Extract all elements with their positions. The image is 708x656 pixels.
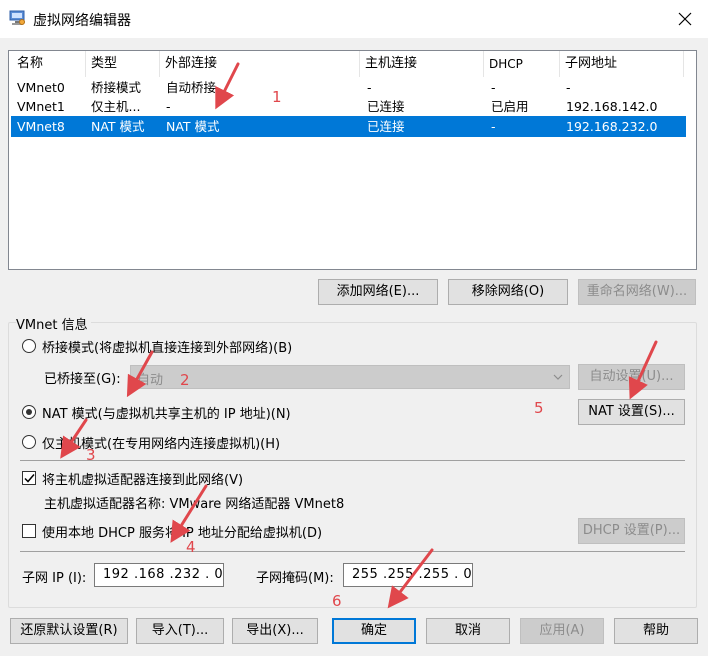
annotation-number: 2 <box>180 371 190 389</box>
column-host[interactable]: 主机连接 <box>359 54 483 74</box>
subnet-mask-input[interactable]: 255 .255 .255 . 0 <box>343 563 473 587</box>
cell-dhcp: 已启用 <box>491 99 529 114</box>
cell-external: - <box>166 99 171 114</box>
cancel-button[interactable]: 取消 <box>426 618 510 644</box>
column-external[interactable]: 外部连接 <box>159 54 359 74</box>
cell-subnet: 192.168.232.0 <box>566 119 658 134</box>
connect-adapter-label[interactable]: 将主机虚拟适配器连接到此网络(V) <box>42 469 243 488</box>
column-dhcp[interactable]: DHCP <box>483 54 559 74</box>
divider <box>20 460 685 461</box>
window-title: 虚拟网络编辑器 <box>33 13 131 29</box>
cell-external: 自动桥接 <box>166 80 217 95</box>
cell-subnet: 192.168.142.0 <box>566 99 658 114</box>
auto-settings-button[interactable]: 自动设置(U)... <box>578 364 685 390</box>
use-dhcp-checkbox[interactable] <box>22 524 36 538</box>
annotation-number: 6 <box>332 592 342 610</box>
cell-dhcp: - <box>491 80 496 95</box>
annotation-number: 1 <box>272 88 282 106</box>
bridge-mode-label[interactable]: 桥接模式(将虚拟机直接连接到外部网络)(B) <box>42 337 292 356</box>
nat-mode-label[interactable]: NAT 模式(与虚拟机共享主机的 IP 地址)(N) <box>42 403 291 422</box>
cell-type: 桥接模式 <box>91 80 142 95</box>
cell-type: NAT 模式 <box>91 119 145 134</box>
add-network-button[interactable]: 添加网络(E)... <box>318 279 438 305</box>
help-button[interactable]: 帮助 <box>614 618 698 644</box>
table-row-selected[interactable]: VMnet8 NAT 模式 NAT 模式 已连接 - 192.168.232.0 <box>11 116 686 137</box>
remove-network-button[interactable]: 移除网络(O) <box>448 279 568 305</box>
chevron-down-icon <box>553 374 563 380</box>
dhcp-settings-button[interactable]: DHCP 设置(P)... <box>578 518 685 544</box>
cell-external: NAT 模式 <box>166 119 220 134</box>
cell-subnet: - <box>566 80 571 95</box>
export-button[interactable]: 导出(X)... <box>232 618 318 644</box>
nat-mode-radio[interactable] <box>22 405 36 419</box>
cell-name: VMnet1 <box>17 99 65 114</box>
subnet-mask-label: 子网掩码(M): <box>256 571 334 586</box>
bridged-to-value: 自动 <box>137 373 164 388</box>
close-button[interactable] <box>662 0 708 38</box>
host-only-radio[interactable] <box>22 435 36 449</box>
column-subnet[interactable]: 子网地址 <box>559 54 683 74</box>
title-bar: 虚拟网络编辑器 <box>0 0 708 38</box>
column-name[interactable]: 名称 <box>11 54 81 74</box>
nat-settings-button[interactable]: NAT 设置(S)... <box>578 399 685 425</box>
apply-button[interactable]: 应用(A) <box>520 618 604 644</box>
cell-host: 已连接 <box>367 99 405 114</box>
network-editor-icon <box>9 10 25 26</box>
host-only-label[interactable]: 仅主机模式(在专用网络内连接虚拟机)(H) <box>42 433 280 452</box>
cell-type: 仅主机... <box>91 99 141 114</box>
cell-name: VMnet8 <box>17 119 65 134</box>
network-list[interactable]: 名称 类型 外部连接 主机连接 DHCP 子网地址 VMnet0 桥接模式 自动… <box>8 50 697 270</box>
cell-name: VMnet0 <box>17 80 65 95</box>
bridged-to-select[interactable]: 自动 <box>130 365 570 389</box>
subnet-mask-value: 255 .255 .255 . 0 <box>352 567 473 582</box>
annotation-number: 5 <box>534 399 544 417</box>
ok-button[interactable]: 确定 <box>332 618 416 644</box>
bridged-to-label: 已桥接至(G): <box>44 372 121 387</box>
annotation-number: 4 <box>186 538 196 556</box>
table-row[interactable]: VMnet0 桥接模式 自动桥接 - - - <box>11 77 686 98</box>
column-type[interactable]: 类型 <box>85 54 159 74</box>
connect-adapter-checkbox[interactable] <box>22 471 36 485</box>
rename-network-button[interactable]: 重命名网络(W)... <box>578 279 696 305</box>
subnet-ip-label: 子网 IP (I): <box>22 571 87 586</box>
close-icon <box>678 12 692 26</box>
use-dhcp-label[interactable]: 使用本地 DHCP 服务将 IP 地址分配给虚拟机(D) <box>42 522 322 541</box>
checkmark-icon <box>24 474 35 483</box>
subnet-ip-input[interactable]: 192 .168 .232 . 0 <box>94 563 224 587</box>
group-label: VMnet 信息 <box>16 314 91 333</box>
cell-host: - <box>367 80 372 95</box>
adapter-name-text: 主机虚拟适配器名称: VMware 网络适配器 VMnet8 <box>44 497 345 512</box>
cell-host: 已连接 <box>367 119 405 134</box>
cell-dhcp: - <box>491 119 496 134</box>
import-button[interactable]: 导入(T)... <box>136 618 224 644</box>
table-row[interactable]: VMnet1 仅主机... - 已连接 已启用 192.168.142.0 <box>11 96 686 117</box>
subnet-ip-value: 192 .168 .232 . 0 <box>103 567 224 582</box>
bridge-mode-radio[interactable] <box>22 339 36 353</box>
restore-defaults-button[interactable]: 还原默认设置(R) <box>10 618 128 644</box>
divider <box>20 551 685 552</box>
annotation-number: 3 <box>86 446 96 464</box>
table-header: 名称 类型 外部连接 主机连接 DHCP 子网地址 <box>9 51 696 77</box>
